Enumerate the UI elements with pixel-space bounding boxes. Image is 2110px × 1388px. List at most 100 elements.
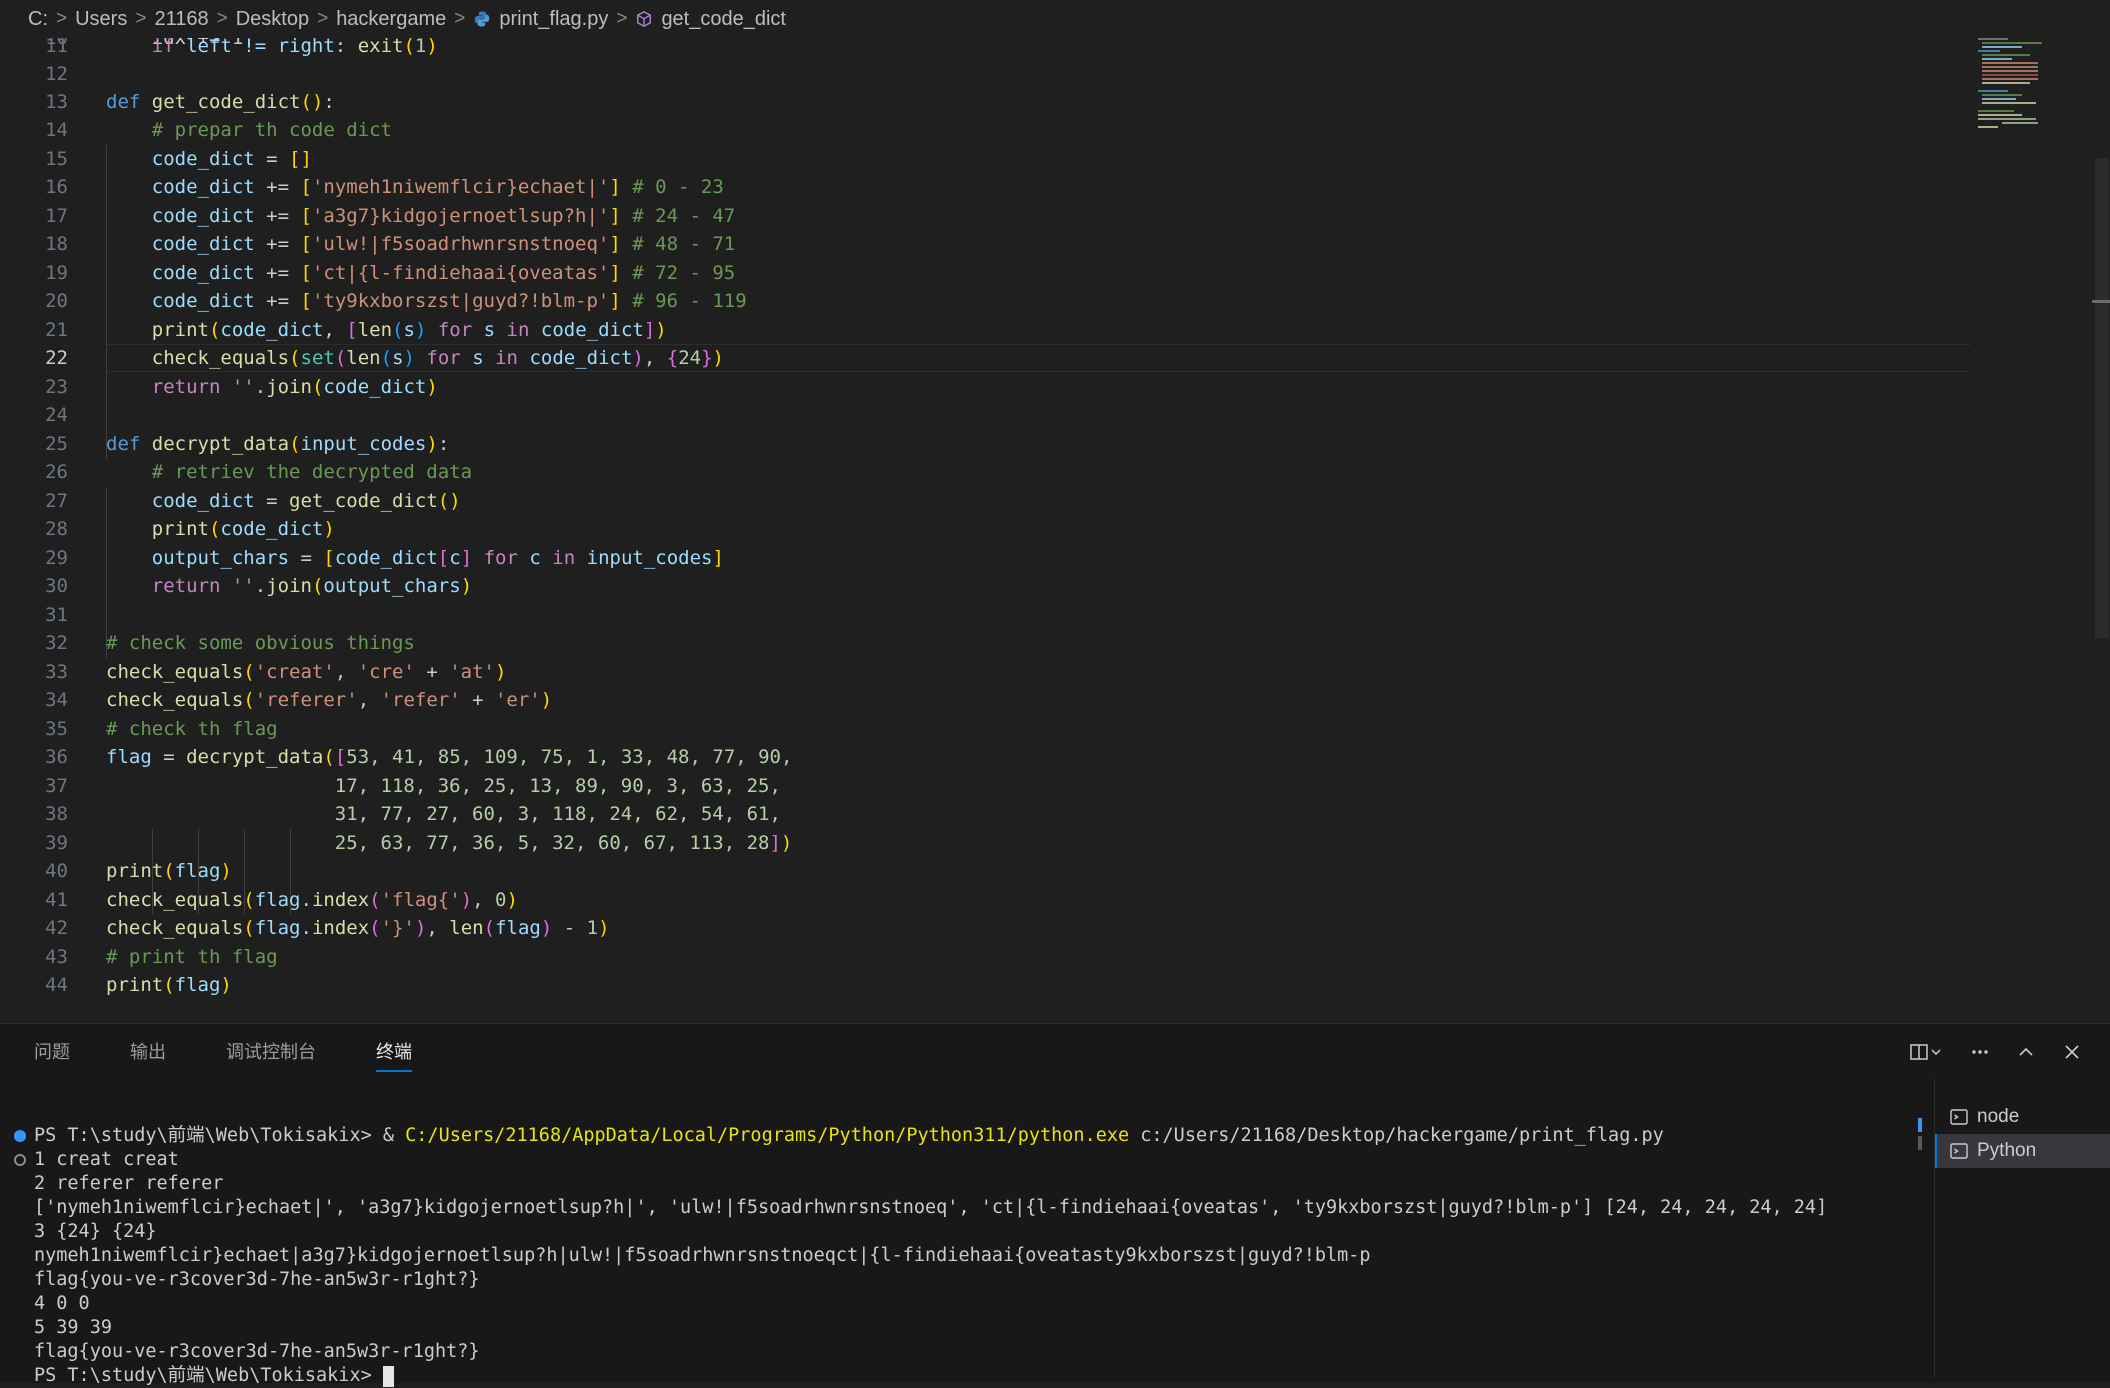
terminal-icon <box>1950 1143 1968 1159</box>
code-line-29: output_chars = [code_dict[c] for c in in… <box>151 547 724 569</box>
code-text[interactable]: idx += 1 if left != right: exit(1) def g… <box>106 38 1966 1023</box>
split-terminal-button[interactable] <box>1904 1038 1948 1066</box>
code-line-28: print(code_dict) <box>151 518 335 540</box>
line-number: 11 <box>45 38 68 57</box>
more-actions-button[interactable] <box>1966 1038 1994 1066</box>
breadcrumb-user-folder[interactable]: 21168 <box>154 8 208 31</box>
tab-terminal[interactable]: 终端 <box>362 1038 426 1078</box>
code-line-38: 31, 77, 27, 60, 3, 118, 24, 62, 54, 61, <box>334 803 781 825</box>
line-number: 36 <box>45 746 68 768</box>
panel-tab-bar: 问题 输出 调试控制台 终端 <box>20 1038 426 1078</box>
terminal-output-line: nymeh1niwemflcir}echaet|a3g7}kidgojernoe… <box>34 1245 1371 1266</box>
code-line-40: print(flag) <box>106 860 232 882</box>
terminal-output-line: flag{you-ve-r3cover3d-7he-an5w3r-r1ght?} <box>34 1341 480 1362</box>
breadcrumb-hackergame[interactable]: hackergame <box>336 8 446 31</box>
terminal-prompt-line: PS T:\study\前端\Web\Tokisakix> <box>34 1364 394 1388</box>
terminal-scrollbar[interactable] <box>1918 1090 1924 1150</box>
scroll-marker <box>1918 1136 1922 1150</box>
code-line-42: check_equals(flag.index('}'), len(flag) … <box>106 917 610 939</box>
minimap[interactable] <box>1978 38 2088 158</box>
line-number: 24 <box>45 404 68 426</box>
code-line-18: code_dict += ['ulw!|f5soadrhwnrsnstnoeq'… <box>151 233 736 255</box>
code-line-20: code_dict += ['ty9kxborszst|guyd?!blm-p'… <box>151 290 747 312</box>
line-number: 17 <box>45 205 68 227</box>
line-number: 32 <box>45 632 68 654</box>
symbol-method-icon <box>637 11 652 27</box>
code-line-34: check_equals('referer', 'refer' + 'er') <box>106 689 553 711</box>
terminal-output-line: flag{you-ve-r3cover3d-7he-an5w3r-r1ght?} <box>34 1269 480 1290</box>
code-line-21: print(code_dict, [len(s) for s in code_d… <box>151 319 667 341</box>
line-number: 43 <box>45 946 68 968</box>
editor-scrollbar-thumb[interactable] <box>2095 158 2109 638</box>
code-line-37: 17, 118, 36, 25, 13, 89, 90, 3, 63, 25, <box>334 775 781 797</box>
line-number: 31 <box>45 604 68 626</box>
close-panel-button[interactable] <box>2058 1038 2086 1066</box>
code-line-17: code_dict += ['a3g7}kidgojernoetlsup?h|'… <box>151 205 736 227</box>
code-line-33: check_equals('creat', 'cre' + 'at') <box>106 661 507 683</box>
line-number: 23 <box>45 376 68 398</box>
line-number: 18 <box>45 233 68 255</box>
terminal-item-label: node <box>1977 1106 2020 1127</box>
code-line-27: code_dict = get_code_dict() <box>151 490 461 512</box>
breadcrumb-users[interactable]: Users <box>75 8 127 31</box>
split-terminal-icon <box>1910 1044 1928 1060</box>
line-number: 30 <box>45 575 68 597</box>
line-number: 16 <box>45 176 68 198</box>
line-number: 42 <box>45 917 68 939</box>
command-success-decoration[interactable] <box>14 1130 26 1142</box>
code-line-16: code_dict += ['nymeh1niwemflcir}echaet|'… <box>151 176 724 198</box>
breadcrumb-drive[interactable]: C: <box>28 8 48 31</box>
breadcrumb-file[interactable]: print_flag.py <box>473 8 608 31</box>
terminal-item-label: Python <box>1977 1140 2037 1161</box>
line-number: 41 <box>45 889 68 911</box>
code-line-35: # check th flag <box>106 718 278 740</box>
command-pending-decoration[interactable] <box>14 1154 26 1166</box>
tab-problems[interactable]: 问题 <box>20 1038 84 1078</box>
code-line-39: 25, 63, 77, 36, 5, 32, 60, 67, 113, 28]) <box>334 832 793 854</box>
terminal-item-node[interactable]: node <box>1935 1100 2110 1134</box>
terminal-output[interactable]: PS T:\study\前端\Web\Tokisakix> & C:/Users… <box>0 1090 1912 1387</box>
terminal-cursor <box>382 1365 394 1387</box>
code-line-30: return ''.join(output_chars) <box>151 575 473 597</box>
line-number-gutter: 10 11 12 13 14 15 16 17 18 19 20 21 22 2… <box>0 38 88 1023</box>
line-number: 13 <box>45 91 68 113</box>
bottom-panel: 问题 输出 调试控制台 终端 PS T:\study\前端\Web\Tokisa… <box>0 1023 2110 1387</box>
line-number: 25 <box>45 433 68 455</box>
breadcrumb-separator: > <box>135 8 147 29</box>
breadcrumb-separator: > <box>216 8 228 29</box>
editor-scrollbar[interactable] <box>2092 38 2110 1023</box>
line-number: 34 <box>45 689 68 711</box>
code-line-22: check_equals(set(len(s) for s in code_di… <box>151 347 724 369</box>
line-number: 38 <box>45 803 68 825</box>
code-line-25: def decrypt_data(input_codes): <box>106 433 450 455</box>
terminal-output-line: 4 0 0 <box>34 1293 90 1314</box>
tab-output[interactable]: 输出 <box>116 1038 180 1078</box>
breadcrumb-separator: > <box>454 8 466 29</box>
code-editor[interactable]: 10 11 12 13 14 15 16 17 18 19 20 21 22 2… <box>0 38 2110 1023</box>
terminal-output-line: 5 39 39 <box>34 1317 112 1338</box>
line-number: 19 <box>45 262 68 284</box>
breadcrumb-file-label: print_flag.py <box>499 7 609 30</box>
code-line-15: code_dict = [] <box>151 148 312 170</box>
terminal-output-line: 3 {24} {24} <box>34 1221 157 1242</box>
breadcrumb-separator: > <box>56 8 68 29</box>
breadcrumb: C: > Users > 21168 > Desktop > hackergam… <box>0 0 2110 38</box>
chevron-down-icon[interactable] <box>1929 1045 1943 1059</box>
breadcrumb-symbol[interactable]: get_code_dict <box>635 8 786 31</box>
more-actions-icon <box>1972 1050 1988 1054</box>
line-number: 39 <box>45 832 68 854</box>
close-panel-icon <box>2065 1045 2079 1059</box>
code-line-26: # retriev the decrypted data <box>151 461 473 483</box>
line-number-active: 22 <box>45 347 68 369</box>
line-number: 15 <box>45 148 68 170</box>
line-number: 33 <box>45 661 68 683</box>
terminal-icon <box>1950 1109 1968 1125</box>
line-number: 29 <box>45 547 68 569</box>
maximize-panel-button[interactable] <box>2012 1038 2040 1066</box>
breadcrumb-desktop[interactable]: Desktop <box>236 8 309 31</box>
code-line-43: # print th flag <box>106 946 278 968</box>
code-line-19: code_dict += ['ct|{l-findiehaai{oveatas'… <box>151 262 736 284</box>
terminal-command-line: PS T:\study\前端\Web\Tokisakix> & C:/Users… <box>34 1125 1664 1146</box>
tab-debug-console[interactable]: 调试控制台 <box>212 1038 330 1078</box>
terminal-item-python[interactable]: Python <box>1935 1134 2110 1168</box>
